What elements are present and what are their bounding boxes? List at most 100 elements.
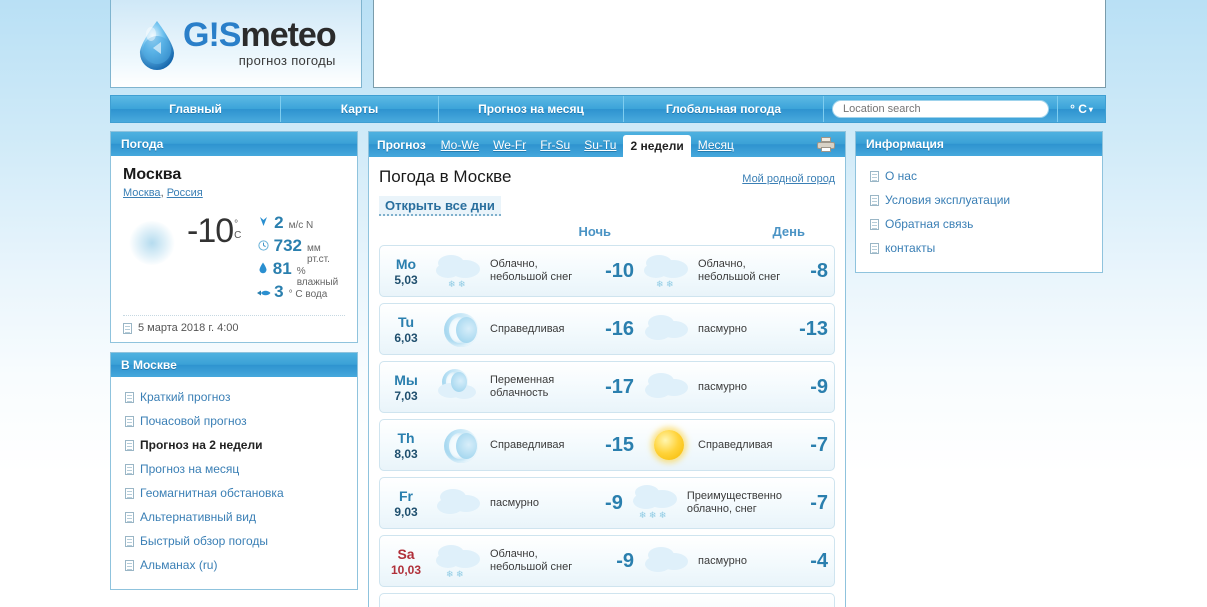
row-night-temp: -16: [605, 317, 634, 340]
current-temperature: -10: [187, 212, 234, 250]
row-night-cell: пасмурно -9: [432, 481, 629, 525]
info-item-about[interactable]: О нас: [856, 164, 1102, 188]
tab-su-tu[interactable]: Su-Tu: [577, 132, 623, 157]
logo-wordmark: G!Smeteo: [183, 16, 337, 54]
info-item-terms[interactable]: Условия эксплуатации: [856, 188, 1102, 212]
tab-we-fr[interactable]: We-Fr: [486, 132, 533, 157]
row-date: 7,03: [394, 388, 418, 403]
row-date-cell: Th 8,03: [380, 430, 432, 461]
sidebar-item-geomagnetic[interactable]: Геомагнитная обстановка: [111, 481, 357, 505]
sidebar-item-month-forecast[interactable]: Прогноз на месяц: [111, 457, 357, 481]
home-city-link[interactable]: Мой родной город: [742, 173, 835, 185]
table-row-partial[interactable]: [379, 593, 835, 607]
right-sidebar: Информация О нас Условия эксплуатации Об…: [855, 131, 1103, 273]
city-menu-list: Краткий прогноз Почасовой прогноз Прогно…: [111, 377, 357, 589]
row-date-cell: Tu 6,03: [380, 314, 432, 345]
sidebar-item-label: Прогноз на месяц: [140, 462, 240, 476]
row-weekday: Tu: [397, 313, 415, 330]
cloud-snow-heavy-icon: ❄ ❄ ❄: [629, 481, 687, 525]
moon-clear-icon: [432, 423, 490, 467]
moon-clear-icon: [432, 307, 490, 351]
current-weather-panel: Погода Москва Москва, Россия -10 ° C 2 м…: [110, 131, 358, 343]
left-sidebar: Погода Москва Москва, Россия -10 ° C 2 м…: [110, 131, 358, 590]
table-row[interactable]: Мы 7,03 Переменная облачность -17 пасмур…: [379, 361, 835, 413]
table-row[interactable]: Tu 6,03 Справедливая -16 пасмурно -13: [379, 303, 835, 355]
tab-mo-we[interactable]: Mo-We: [434, 132, 486, 157]
nav-item-maps[interactable]: Карты: [281, 96, 439, 122]
document-icon: [125, 511, 134, 523]
cloud-overcast-icon: [640, 539, 698, 583]
sun-haze-icon: [123, 213, 185, 271]
sidebar-item-two-weeks-forecast[interactable]: Прогноз на 2 недели: [111, 433, 357, 457]
calendar-icon: [123, 322, 132, 334]
search-input[interactable]: [832, 100, 1049, 118]
row-day-temp: -9: [810, 375, 828, 398]
info-item-feedback[interactable]: Обратная связь: [856, 212, 1102, 236]
document-icon: [125, 487, 134, 499]
water-fish-icon: [256, 289, 271, 297]
tab-fr-su[interactable]: Fr-Su: [533, 132, 577, 157]
logo-letter-i: !: [208, 16, 219, 54]
current-temperature-group: -10 ° C: [187, 213, 244, 305]
cloud-snow-icon: ❄ ❄: [640, 249, 698, 293]
row-night-cell: Справедливая -16: [432, 307, 640, 351]
info-item-contacts[interactable]: контакты: [856, 236, 1102, 260]
forecast-title-row: Погода в Москве Мой родной город: [379, 167, 835, 187]
table-row[interactable]: Mo 5,03 ❄ ❄ Облачно, небольшой снег -10: [379, 245, 835, 297]
tab-month[interactable]: Месяц: [691, 132, 741, 157]
open-all-days-button[interactable]: Открыть все дни: [379, 196, 501, 216]
city-breadcrumb: Москва, Россия: [123, 187, 345, 199]
table-row[interactable]: Sa 10,03 ❄ ❄ Облачно, небольшой снег -9: [379, 535, 835, 587]
breadcrumb-city-link[interactable]: Москва: [123, 187, 161, 199]
tab-two-weeks[interactable]: 2 недели: [623, 135, 691, 157]
row-date-cell: Мы 7,03: [380, 372, 432, 403]
logo-letters-rest: meteo: [240, 16, 336, 54]
page-container: G!Smeteo прогноз погоды Главный Карты Пр…: [110, 0, 1106, 607]
row-date: 9,03: [394, 504, 418, 519]
sidebar-item-almanac[interactable]: Альманах (ru): [111, 553, 357, 577]
nav-item-month-forecast[interactable]: Прогноз на месяц: [439, 96, 624, 122]
weather-updated-time: 5 марта 2018 г. 4:00: [138, 322, 239, 334]
print-button[interactable]: [817, 132, 839, 157]
forecast-column: Прогноз Mo-We We-Fr Fr-Su Su-Tu 2 недели…: [368, 131, 846, 607]
logo-letter-g: G: [183, 16, 209, 54]
row-night-temp: -9: [605, 491, 623, 514]
row-weekday: Fr: [399, 487, 413, 504]
sidebar-item-label: Краткий прогноз: [140, 390, 231, 404]
row-night-temp: -15: [605, 433, 634, 456]
row-day-cell: пасмурно -13: [640, 307, 834, 351]
row-night-temp: -10: [605, 259, 634, 282]
temperature-unit-selector[interactable]: ° C ▾: [1057, 96, 1105, 122]
nav-item-global-weather[interactable]: Глобальная погода: [624, 96, 824, 122]
sidebar-item-label: Геомагнитная обстановка: [140, 486, 284, 500]
row-day-temp: -4: [810, 549, 828, 572]
nav-item-main[interactable]: Главный: [111, 96, 281, 122]
column-header-night: Ночь: [578, 224, 611, 239]
sidebar-item-hourly-forecast[interactable]: Почасовой прогноз: [111, 409, 357, 433]
cloud-overcast-icon: [640, 307, 698, 351]
city-menu-panel: В Москве Краткий прогноз Почасовой прогн…: [110, 352, 358, 590]
row-night-desc: Переменная облачность: [490, 374, 555, 399]
logo-block[interactable]: G!Smeteo прогноз погоды: [110, 0, 362, 88]
sidebar-item-alternative-view[interactable]: Альтернативный вид: [111, 505, 357, 529]
info-item-label: контакты: [885, 241, 936, 255]
document-icon: [870, 170, 879, 182]
stat-wind-unit: м/с N: [288, 220, 314, 231]
row-weekday: Sa: [397, 545, 415, 562]
row-weekday: Мы: [394, 371, 418, 388]
info-panel-title: Информация: [856, 132, 1102, 156]
forecast-tabs-label: Прогноз: [377, 137, 426, 152]
table-row[interactable]: Th 8,03 Справедливая -15 Справедливая -7: [379, 419, 835, 471]
sidebar-item-brief-forecast[interactable]: Краткий прогноз: [111, 385, 357, 409]
water-droplet-icon: [137, 20, 177, 70]
sidebar-item-quick-overview[interactable]: Быстрый обзор погоды: [111, 529, 357, 553]
table-row[interactable]: Fr 9,03 пасмурно -9 ❄ ❄ ❄ Преимущественн…: [379, 477, 835, 529]
breadcrumb-country-link[interactable]: Россия: [167, 187, 203, 199]
row-date: 10,03: [390, 562, 422, 577]
row-day-temp: -7: [810, 433, 828, 456]
stat-pressure-value: 732: [273, 236, 302, 255]
row-night-desc: Справедливая: [490, 322, 565, 335]
stat-wind-value: 2: [274, 213, 284, 232]
row-night-desc: Облачно, небольшой снег: [490, 548, 573, 573]
row-night-cell: Справедливая -15: [432, 423, 640, 467]
